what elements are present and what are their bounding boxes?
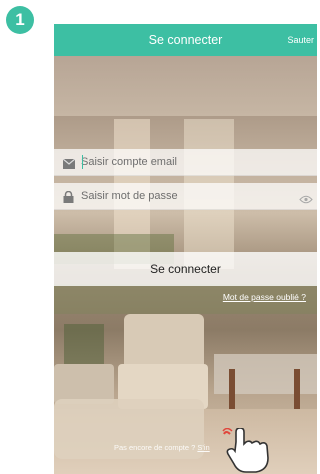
pointing-hand-icon	[222, 427, 282, 474]
password-field[interactable]	[54, 183, 317, 210]
login-button[interactable]: Se connecter	[54, 252, 317, 286]
background-photo	[54, 24, 317, 474]
header-title: Se connecter	[148, 33, 223, 47]
lock-icon	[63, 190, 74, 208]
password-input[interactable]	[81, 183, 281, 209]
text-cursor	[82, 155, 83, 169]
register-link[interactable]: S'in	[197, 443, 209, 452]
step-number-badge: 1	[6, 6, 34, 34]
email-input[interactable]	[81, 149, 281, 175]
no-account-text: Pas encore de compte ?	[114, 443, 196, 452]
email-field[interactable]	[54, 149, 317, 176]
eye-icon[interactable]	[299, 191, 313, 209]
mail-icon	[62, 156, 76, 174]
register-prompt: Pas encore de compte ? S'in	[114, 443, 210, 452]
phone-screen: Se connecter Sauter Se connecter Mot de …	[54, 24, 317, 474]
skip-button[interactable]: Sauter	[287, 24, 314, 56]
app-header: Se connecter Sauter	[54, 24, 317, 56]
forgot-password-link[interactable]: Mot de passe oublié ?	[223, 292, 306, 302]
